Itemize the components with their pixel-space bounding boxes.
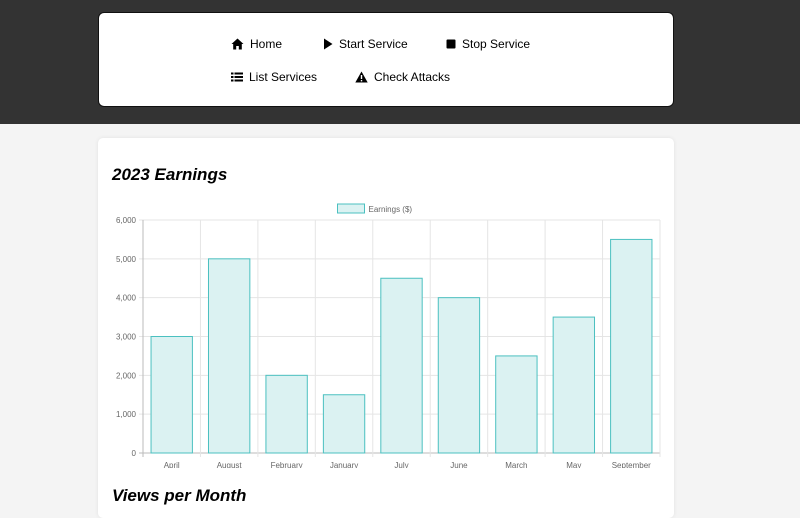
x-tick-label: September <box>612 461 651 468</box>
bar-january <box>322 394 366 454</box>
nav-start-service[interactable]: Start Service <box>323 37 408 51</box>
x-tick-label: January <box>330 461 358 468</box>
x-tick-label: August <box>217 461 243 468</box>
y-tick-label: 6,000 <box>116 216 137 225</box>
x-tick-label: July <box>394 461 408 468</box>
x-tick-label: April <box>164 461 180 468</box>
legend-label: Earnings ($) <box>369 205 413 214</box>
y-tick-label: 5,000 <box>116 255 137 264</box>
y-tick-label: 2,000 <box>116 371 137 380</box>
nav-list-services-label: List Services <box>249 70 318 84</box>
legend-swatch <box>337 203 365 214</box>
warning-icon <box>355 71 368 83</box>
content-card: 2023 Earnings 0 1,000 2,000 3,000 4,000 5,000… <box>98 138 674 518</box>
x-tick-label: May <box>566 461 581 468</box>
bar-april <box>150 336 193 454</box>
bar-march <box>495 355 538 454</box>
bar-february <box>265 374 308 454</box>
nav-home-label: Home <box>250 37 283 51</box>
y-tick-label: 1,000 <box>116 410 137 419</box>
nav-home[interactable]: Home <box>231 37 282 51</box>
nav-list-services[interactable]: List Services <box>231 70 317 84</box>
play-icon <box>324 38 333 50</box>
list-icon <box>231 72 243 82</box>
y-tick-label: 0 <box>132 449 137 458</box>
earnings-bar-chart: 0 1,000 2,000 3,000 4,000 5,000 6,000 April Augu… <box>116 203 661 468</box>
home-icon <box>231 38 244 50</box>
nav-check-attacks[interactable]: Check Attacks <box>355 70 450 84</box>
nav-menu: Home Start Service Stop Service List Ser… <box>98 12 674 107</box>
y-tick-label: 3,000 <box>116 333 137 342</box>
bar-may <box>552 316 596 454</box>
bar-july <box>380 277 423 454</box>
nav-stop-service-label: Stop Service <box>462 37 531 51</box>
nav-check-attacks-label: Check Attacks <box>374 70 451 84</box>
nav-stop-service[interactable]: Stop Service <box>446 37 530 51</box>
nav-start-service-label: Start Service <box>339 37 408 51</box>
x-tick-label: February <box>271 461 303 468</box>
y-tick-label: 4,000 <box>116 294 137 303</box>
stop-icon <box>446 39 456 49</box>
bar-june <box>437 297 481 454</box>
views-title: Views per Month <box>112 486 247 505</box>
bar-august <box>207 258 251 454</box>
bar-september <box>610 238 653 454</box>
x-tick-label: March <box>505 461 527 468</box>
x-tick-label: June <box>450 461 468 468</box>
